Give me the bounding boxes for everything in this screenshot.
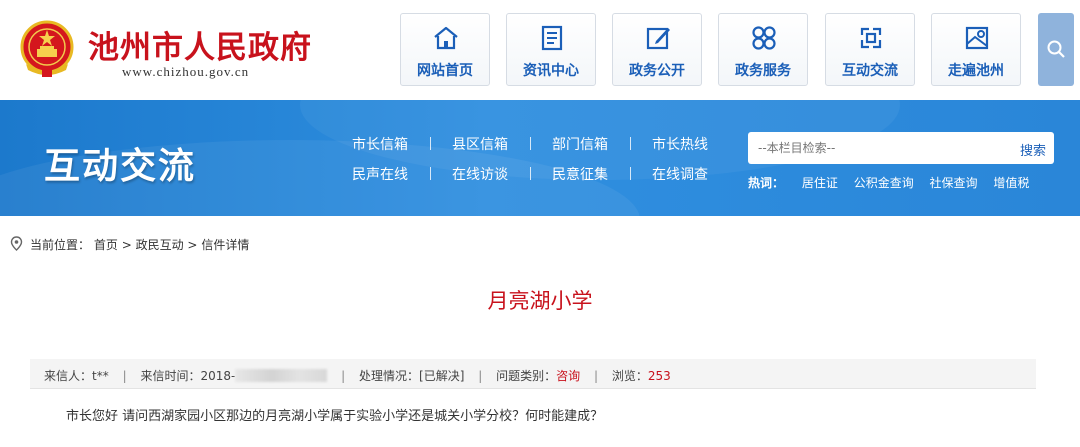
nav-tour-button[interactable]: 走遍池州 <box>931 13 1021 86</box>
hot-word-link[interactable]: 社保查询 <box>930 176 978 190</box>
info-separator: | <box>593 369 599 383</box>
breadcrumb-interaction-link[interactable]: 政民互动 <box>136 238 184 252</box>
search-icon <box>1047 40 1065 58</box>
nav-home-button[interactable]: 网站首页 <box>400 13 490 86</box>
sub-menu-row-1: 市长信箱 县区信箱 部门信箱 市长热线 <box>330 134 740 154</box>
edit-icon <box>646 27 670 50</box>
menu-item-dept-mailbox[interactable]: 部门信箱 <box>530 134 630 154</box>
site-title[interactable]: 池州市人民政府 <box>88 22 312 67</box>
home-icon <box>434 26 458 50</box>
redacted-date <box>235 369 328 382</box>
category-label: 问题类别： <box>496 369 557 383</box>
breadcrumb-separator: > <box>121 238 132 252</box>
breadcrumb-separator: > <box>187 238 198 252</box>
sub-menu-row-2: 民声在线 在线访谈 民意征集 在线调查 <box>330 164 740 184</box>
header-search-button[interactable] <box>1038 13 1074 86</box>
menu-item-opinion-collection[interactable]: 民意征集 <box>530 164 630 184</box>
info-separator: | <box>478 369 483 383</box>
nav-gov-open-button[interactable]: 政务公开 <box>612 13 702 86</box>
menu-item-online-interview[interactable]: 在线访谈 <box>430 164 530 184</box>
nav-home-label: 网站首页 <box>417 63 473 79</box>
letter-info-bar: 来信人：t** | 来信时间：2018- | 处理情况：[已解决] | 问题类别… <box>30 359 1036 389</box>
category-value: 咨询 <box>556 369 581 383</box>
site-header: 池州市人民政府 www.chizhou.gov.cn 网站首页 资讯中心 政务公… <box>0 0 1080 100</box>
breadcrumb-current: 信件详情 <box>201 238 250 252</box>
hot-words: 热词： 居住证 公积金查询 社保查询 增值税 <box>748 174 1041 191</box>
letter-content: 市长您好 请问西湖家园小区那边的月亮湖小学属于实验小学还是城关小学分校？何时能建… <box>66 409 604 424</box>
nav-gov-service-label: 政务服务 <box>735 63 791 79</box>
interact-icon <box>860 27 882 49</box>
nav-interact-label: 互动交流 <box>842 63 898 79</box>
hot-words-label: 热词： <box>748 176 785 190</box>
status-label: 处理情况： <box>359 369 420 383</box>
national-emblem-icon <box>20 20 74 77</box>
info-separator: | <box>122 369 127 383</box>
hot-word-link[interactable]: 增值税 <box>993 176 1029 190</box>
status-value: [已解决] <box>419 369 465 383</box>
menu-item-voice-online[interactable]: 民声在线 <box>330 164 430 184</box>
sender-value: t** <box>92 369 109 383</box>
hot-word-link[interactable]: 公积金查询 <box>854 176 914 190</box>
nav-gov-open-label: 政务公开 <box>629 63 685 79</box>
nav-news-button[interactable]: 资讯中心 <box>506 13 596 86</box>
section-title: 互动交流 <box>44 146 197 187</box>
sender-label: 来信人： <box>44 369 93 383</box>
letter-title: 月亮湖小学 <box>487 289 593 313</box>
hot-word-link[interactable]: 居住证 <box>802 176 838 190</box>
breadcrumb-home-link[interactable]: 首页 <box>94 238 118 252</box>
menu-item-online-survey[interactable]: 在线调查 <box>630 164 730 184</box>
breadcrumb-prefix: 当前位置： <box>30 238 91 252</box>
views-count: 253 <box>647 369 671 383</box>
grid-icon <box>752 26 776 50</box>
menu-item-mayor-hotline[interactable]: 市长热线 <box>630 134 730 154</box>
site-url: www.chizhou.gov.cn <box>122 64 250 79</box>
nav-interact-button[interactable]: 互动交流 <box>825 13 915 86</box>
section-search-input[interactable] <box>758 139 998 157</box>
location-pin-icon <box>10 236 23 251</box>
time-value: 2018- <box>200 369 236 383</box>
nav-tour-label: 走遍池州 <box>948 63 1004 79</box>
menu-item-county-mailbox[interactable]: 县区信箱 <box>430 134 530 154</box>
menu-item-mayor-mailbox[interactable]: 市长信箱 <box>330 134 430 154</box>
nav-news-label: 资讯中心 <box>523 63 579 79</box>
section-search-box: 搜索 <box>748 132 1054 164</box>
map-icon <box>965 26 989 50</box>
nav-gov-service-button[interactable]: 政务服务 <box>718 13 808 86</box>
breadcrumb: 当前位置： 首页 > 政民互动 > 信件详情 <box>10 236 249 253</box>
section-search-button[interactable]: 搜索 <box>1020 140 1046 159</box>
news-icon <box>541 25 563 51</box>
time-label: 来信时间： <box>140 369 201 383</box>
info-separator: | <box>341 369 346 383</box>
views-label: 浏览： <box>611 369 648 383</box>
